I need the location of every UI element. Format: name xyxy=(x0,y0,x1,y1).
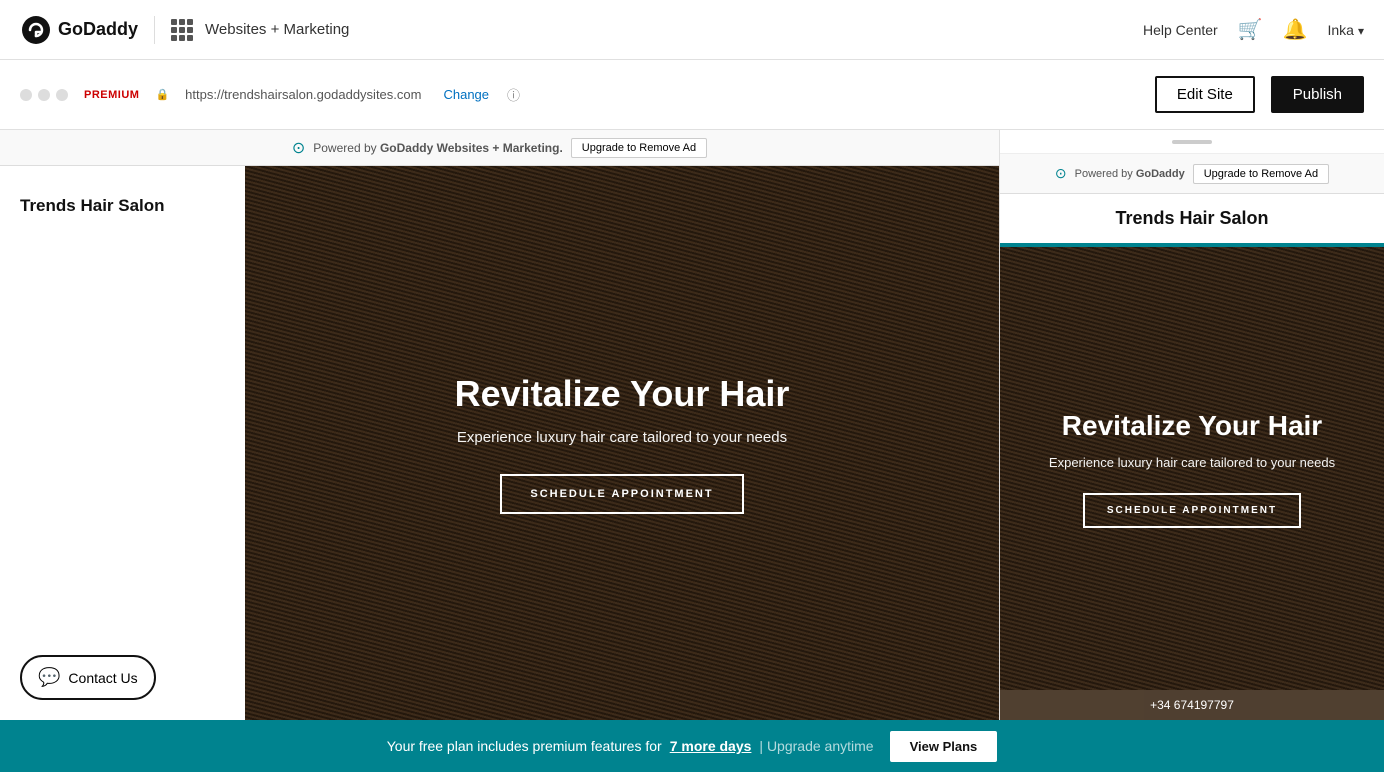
dot-yellow xyxy=(38,89,50,101)
upgrade-button-mobile[interactable]: Upgrade to Remove Ad xyxy=(1193,164,1329,184)
contact-us-label: Contact Us xyxy=(68,670,137,686)
mobile-salon-header: Trends Hair Salon xyxy=(1000,194,1384,247)
powered-bar-desktop: ⊙ Powered by GoDaddy Websites + Marketin… xyxy=(0,130,999,166)
nav-left: GoDaddy Websites + Marketing xyxy=(20,14,349,46)
godaddy-logo-small: ⊙ xyxy=(292,138,305,158)
mobile-salon-name: Trends Hair Salon xyxy=(1115,208,1268,228)
desktop-preview: ⊙ Powered by GoDaddy Websites + Marketin… xyxy=(0,130,999,720)
info-icon[interactable]: ⓘ xyxy=(507,85,520,104)
toolbar: PREMIUM 🔒 https://trendshairsalon.godadd… xyxy=(0,60,1384,130)
nav-divider xyxy=(154,16,155,44)
mobile-hero-subtitle: Experience luxury hair care tailored to … xyxy=(1049,453,1335,473)
dot-red xyxy=(20,89,32,101)
dot-green xyxy=(56,89,68,101)
mobile-top-bar xyxy=(1000,130,1384,154)
mobile-schedule-button[interactable]: SCHEDULE APPOINTMENT xyxy=(1083,493,1301,528)
mobile-hero-section: Revitalize Your Hair Experience luxury h… xyxy=(1000,247,1384,690)
url-display: https://trendshairsalon.godaddysites.com xyxy=(185,87,421,102)
top-navigation: GoDaddy Websites + Marketing Help Center… xyxy=(0,0,1384,60)
hero-subtitle: Experience luxury hair care tailored to … xyxy=(455,427,790,450)
mobile-hero-content: Revitalize Your Hair Experience luxury h… xyxy=(1049,409,1335,527)
desktop-nav-sidebar: Trends Hair Salon 💬 Contact Us xyxy=(0,166,245,720)
grid-icon[interactable] xyxy=(171,19,193,41)
mobile-preview: ⊙ Powered by GoDaddy Upgrade to Remove A… xyxy=(999,130,1384,720)
bottom-upgrade-banner: Your free plan includes premium features… xyxy=(0,720,1384,772)
schedule-appointment-button[interactable]: SCHEDULE APPOINTMENT xyxy=(500,474,743,514)
mobile-phone-bar: +34 674197797 xyxy=(1000,690,1384,720)
chat-icon: 💬 xyxy=(38,667,60,688)
edit-site-button[interactable]: Edit Site xyxy=(1155,76,1255,113)
nav-right: Help Center 🛒 🔔 Inka xyxy=(1143,17,1364,42)
lock-icon: 🔒 xyxy=(155,88,169,101)
main-area: ⊙ Powered by GoDaddy Websites + Marketin… xyxy=(0,130,1384,720)
bell-icon[interactable]: 🔔 xyxy=(1283,17,1308,42)
mobile-hero-title: Revitalize Your Hair xyxy=(1049,409,1335,443)
chevron-down-icon xyxy=(1358,22,1364,38)
contact-us-button[interactable]: 💬 Contact Us xyxy=(20,655,156,700)
user-dropdown[interactable]: Inka xyxy=(1328,22,1365,38)
godaddy-logo[interactable]: GoDaddy xyxy=(20,14,138,46)
mobile-powered-text: Powered by GoDaddy xyxy=(1075,168,1185,180)
hero-content: Revitalize Your Hair Experience luxury h… xyxy=(455,372,790,514)
mobile-godaddy-logo: ⊙ xyxy=(1055,165,1067,182)
hero-title: Revitalize Your Hair xyxy=(455,372,790,415)
powered-bar-mobile: ⊙ Powered by GoDaddy Upgrade to Remove A… xyxy=(1000,154,1384,194)
user-name: Inka xyxy=(1328,22,1354,38)
premium-badge: PREMIUM xyxy=(84,89,139,101)
powered-text: Powered by GoDaddy Websites + Marketing. xyxy=(313,141,563,155)
logo-text: GoDaddy xyxy=(58,19,138,40)
cart-icon[interactable]: 🛒 xyxy=(1238,17,1263,42)
upgrade-button-desktop[interactable]: Upgrade to Remove Ad xyxy=(571,138,707,158)
view-plans-button[interactable]: View Plans xyxy=(890,731,998,762)
hero-section: Revitalize Your Hair Experience luxury h… xyxy=(245,166,999,720)
help-center-link[interactable]: Help Center xyxy=(1143,22,1218,38)
banner-text: Your free plan includes premium features… xyxy=(387,738,662,754)
section-title: Websites + Marketing xyxy=(205,21,349,38)
mobile-indicator xyxy=(1172,140,1212,144)
sidebar-salon-name: Trends Hair Salon xyxy=(0,166,245,236)
banner-separator: | Upgrade anytime xyxy=(759,738,873,754)
change-link[interactable]: Change xyxy=(443,87,489,102)
mobile-phone-number: +34 674197797 xyxy=(1150,698,1234,712)
publish-button[interactable]: Publish xyxy=(1271,76,1364,113)
browser-dots xyxy=(20,89,68,101)
days-link[interactable]: 7 more days xyxy=(670,738,752,754)
